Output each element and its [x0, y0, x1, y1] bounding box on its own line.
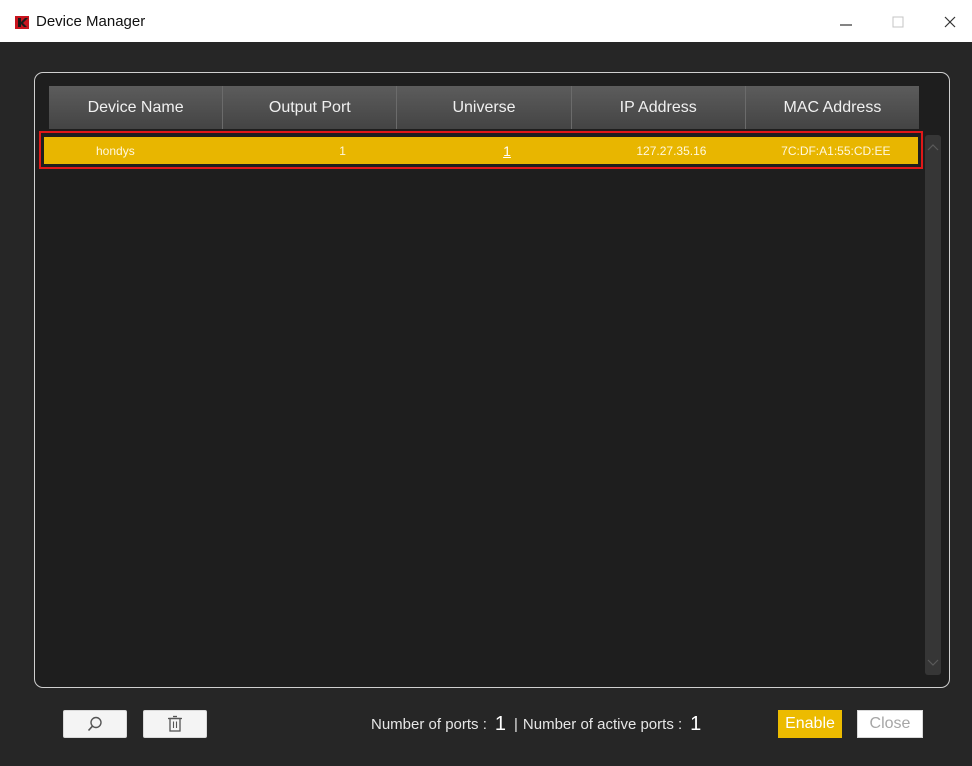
column-header-output-port[interactable]: Output Port	[223, 86, 398, 129]
universe-link[interactable]: 1	[503, 143, 511, 159]
device-table-panel: Device Name Output Port Universe IP Addr…	[34, 72, 950, 688]
column-header-device-name[interactable]: Device Name	[49, 86, 224, 129]
column-header-universe[interactable]: Universe	[397, 86, 572, 129]
title-bar: Device Manager	[0, 0, 972, 42]
chevron-down-icon	[927, 659, 939, 666]
ports-separator: |	[514, 715, 518, 733]
ports-summary: Number of ports : 1 | Number of active p…	[371, 710, 709, 738]
scroll-down-button[interactable]	[925, 655, 941, 671]
maximize-button[interactable]	[878, 8, 918, 36]
delete-button[interactable]	[143, 710, 207, 738]
minimize-button[interactable]	[826, 8, 866, 36]
window-close-button[interactable]	[930, 8, 970, 36]
window-title: Device Manager	[36, 13, 146, 30]
cell-mac-address: 7C:DF:A1:55:CD:EE	[781, 143, 891, 158]
window-body: Device Name Output Port Universe IP Addr…	[0, 42, 972, 766]
trash-icon	[168, 715, 182, 732]
scroll-up-button[interactable]	[925, 139, 941, 155]
app-logo-icon	[15, 16, 29, 29]
enable-button[interactable]: Enable	[778, 710, 842, 738]
chevron-up-icon	[927, 144, 939, 151]
cell-output-port: 1	[339, 143, 346, 158]
table-header: Device Name Output Port Universe IP Addr…	[49, 86, 919, 129]
active-ports-count: 1	[690, 712, 702, 735]
search-icon	[87, 716, 102, 732]
cell-device-name: hondys	[96, 143, 135, 158]
close-button[interactable]: Close	[857, 710, 923, 738]
active-ports-label: Number of active ports :	[522, 715, 683, 733]
cell-ip-address: 127.27.35.16	[636, 143, 707, 158]
column-header-mac-address[interactable]: MAC Address	[746, 86, 919, 129]
table-row[interactable]: hondys 1 1 127.27.35.16 7C:DF:A1:55:CD:E…	[44, 137, 918, 164]
vertical-scrollbar[interactable]	[925, 135, 941, 675]
close-icon	[944, 16, 956, 28]
ports-label: Number of ports :	[371, 715, 487, 733]
ports-count: 1	[494, 712, 507, 735]
column-header-ip-address[interactable]: IP Address	[572, 86, 746, 129]
cell-universe[interactable]: 1	[425, 137, 589, 164]
search-button[interactable]	[63, 710, 127, 738]
maximize-icon	[892, 16, 904, 28]
minimize-icon	[840, 24, 852, 26]
